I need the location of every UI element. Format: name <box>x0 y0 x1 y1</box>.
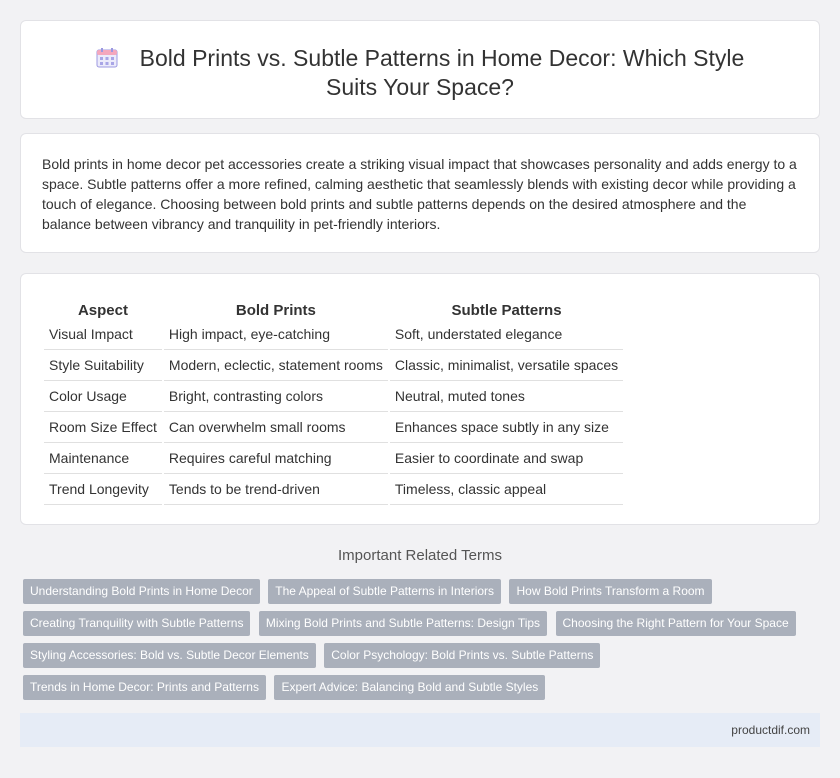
related-term-link[interactable]: Expert Advice: Balancing Bold and Subtle… <box>274 675 546 700</box>
related-term-link[interactable]: Choosing the Right Pattern for Your Spac… <box>555 611 796 636</box>
related-terms-list: Understanding Bold Prints in Home Decor … <box>23 579 813 707</box>
table-cell: Maintenance <box>44 443 162 474</box>
table-row: Style Suitability Modern, eclectic, stat… <box>44 350 624 381</box>
table-cell: Color Usage <box>44 381 162 412</box>
comparison-table: Aspect Bold Prints Subtle Patterns Visua… <box>42 295 625 505</box>
footer: productdif.com <box>20 713 820 747</box>
related-term-link[interactable]: Creating Tranquility with Subtle Pattern… <box>23 611 251 636</box>
header-aspect: Aspect <box>77 301 128 319</box>
table-cell: Neutral, muted tones <box>389 381 624 412</box>
title-card: Bold Prints vs. Subtle Patterns in Home … <box>20 20 820 119</box>
table-cell: Timeless, classic appeal <box>389 474 624 505</box>
table-cell: Style Suitability <box>44 350 162 381</box>
comparison-card: Aspect Bold Prints Subtle Patterns Visua… <box>20 273 820 525</box>
table-row: Color Usage Bright, contrasting colors N… <box>44 381 624 412</box>
table-cell: Can overwhelm small rooms <box>163 412 388 443</box>
page-title-wrap: Bold Prints vs. Subtle Patterns in Home … <box>21 44 819 102</box>
header-bold-prints: Bold Prints <box>235 301 316 319</box>
table-cell: Room Size Effect <box>44 412 162 443</box>
intro-paragraph: Bold prints in home decor pet accessorie… <box>42 156 797 232</box>
table-cell: Visual Impact <box>44 319 162 350</box>
related-term-link[interactable]: Color Psychology: Bold Prints vs. Subtle… <box>324 643 601 668</box>
table-header-row: Aspect Bold Prints Subtle Patterns <box>44 295 623 319</box>
related-term-link[interactable]: Trends in Home Decor: Prints and Pattern… <box>23 675 266 700</box>
table-cell: Tends to be trend-driven <box>163 474 388 505</box>
table-row: Room Size Effect Can overwhelm small roo… <box>44 412 624 443</box>
related-terms-heading: Important Related Terms <box>338 547 502 564</box>
table-cell: Classic, minimalist, versatile spaces <box>389 350 624 381</box>
related-term-link[interactable]: Mixing Bold Prints and Subtle Patterns: … <box>258 611 548 636</box>
related-term-link[interactable]: Understanding Bold Prints in Home Decor <box>23 579 260 604</box>
table-row: Trend Longevity Tends to be trend-driven… <box>44 474 624 505</box>
table-row: Maintenance Requires careful matching Ea… <box>44 443 624 474</box>
table-cell: Soft, understated elegance <box>389 319 624 350</box>
table-row: Visual Impact High impact, eye-catching … <box>44 319 624 350</box>
related-term-link[interactable]: How Bold Prints Transform a Room <box>509 579 712 604</box>
table-cell: Easier to coordinate and swap <box>389 443 624 474</box>
table-cell: Enhances space subtly in any size <box>389 412 624 443</box>
calendar-icon <box>96 48 118 68</box>
intro-card: Bold prints in home decor pet accessorie… <box>20 133 820 253</box>
table-cell: High impact, eye-catching <box>163 319 388 350</box>
footer-site-name: productdif.com <box>731 723 810 737</box>
table-cell: Trend Longevity <box>44 474 162 505</box>
header-subtle-patterns: Subtle Patterns <box>451 301 562 319</box>
related-term-link[interactable]: Styling Accessories: Bold vs. Subtle Dec… <box>23 643 316 668</box>
table-cell: Modern, eclectic, statement rooms <box>163 350 388 381</box>
table-cell: Bright, contrasting colors <box>163 381 388 412</box>
table-cell: Requires careful matching <box>163 443 388 474</box>
page-title: Bold Prints vs. Subtle Patterns in Home … <box>139 45 745 100</box>
related-term-link[interactable]: The Appeal of Subtle Patterns in Interio… <box>268 579 502 604</box>
